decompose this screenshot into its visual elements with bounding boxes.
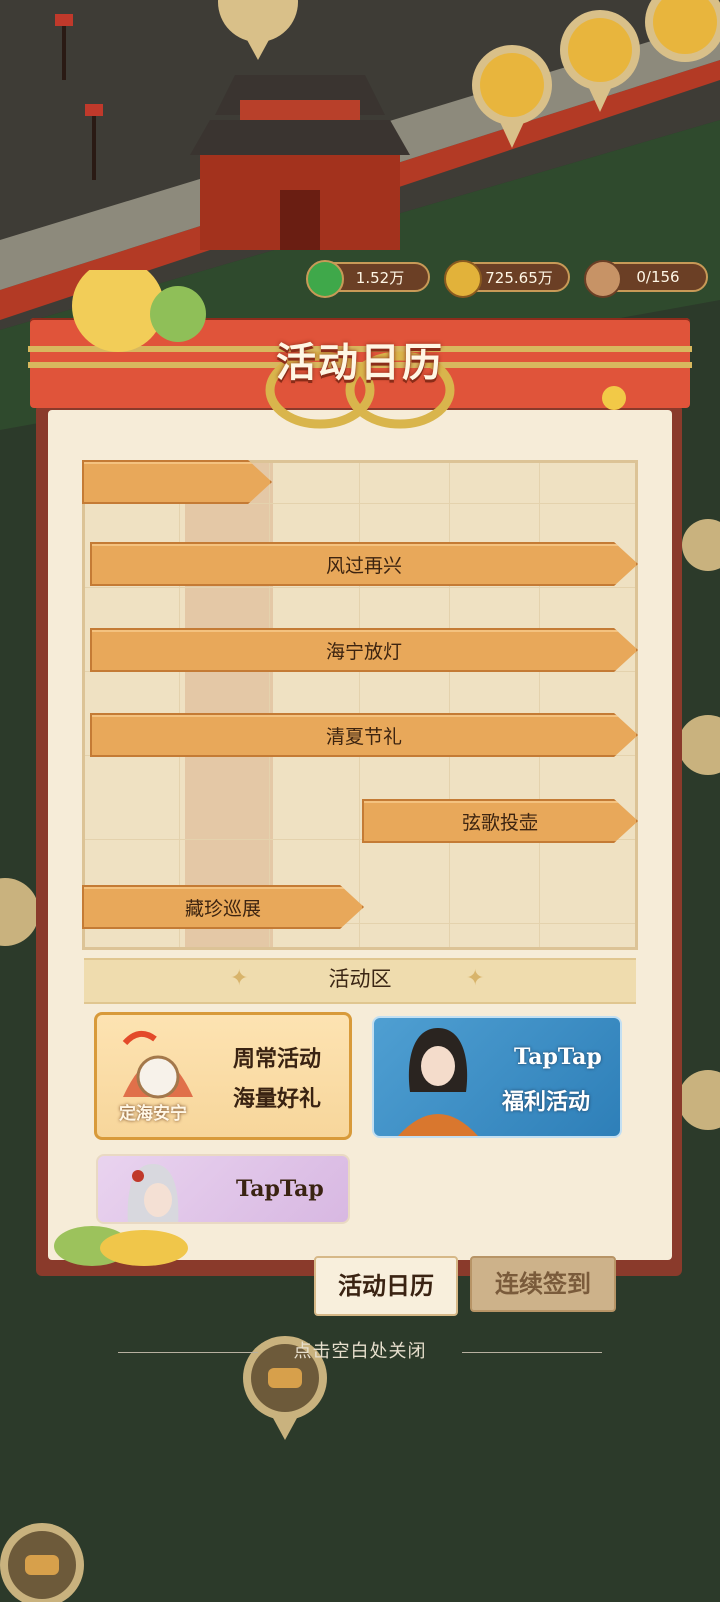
bush-ornament (54, 1226, 188, 1266)
taptap-welfare-card[interactable]: TapTap 福利活动 (372, 1016, 622, 1138)
grid-line (539, 463, 540, 947)
tab-daily-checkin[interactable]: 连续签到 (470, 1256, 616, 1312)
panel-title: 活动日历 (276, 339, 444, 386)
activity-calendar (82, 460, 638, 950)
close-hint-text: 点击空白处关闭 (293, 1341, 427, 1362)
calendar-event-bar[interactable]: 藏珍巡展 (82, 885, 364, 929)
tab-activity-calendar[interactable]: 活动日历 (314, 1256, 458, 1316)
character-portrait (398, 1028, 478, 1136)
card-title: 周常活动 (233, 1046, 322, 1072)
calendar-event-bar[interactable]: 海宁放灯 (90, 628, 638, 672)
current-day-highlight (185, 463, 273, 947)
card-title: TapTap (236, 1176, 324, 1202)
pearl-shell-icon (122, 1030, 193, 1099)
weekly-activity-card[interactable]: 定海安宁 周常活动 海量好礼 (94, 1012, 352, 1140)
grid-line (85, 587, 635, 588)
calendar-event-bar[interactable]: 清夏节礼 (90, 713, 638, 757)
calendar-event-bar[interactable]: 风过再兴 (90, 542, 638, 586)
card-title: TapTap (514, 1044, 602, 1070)
grid-line (179, 463, 180, 947)
palace-gate (190, 75, 410, 250)
grid-line (359, 463, 360, 947)
card-subtitle: 海量好礼 (233, 1086, 322, 1112)
calendar-event-bar[interactable] (82, 460, 272, 504)
close-hint-row: 点击空白处关闭 (118, 1340, 602, 1364)
grid-line (449, 463, 450, 947)
flower-ornament-icon (602, 386, 626, 410)
card-badge: 定海安宁 (119, 1104, 187, 1124)
calendar-event-bar[interactable]: 弦歌投壶 (362, 799, 638, 843)
grid-line (269, 463, 270, 947)
card-subtitle: 福利活动 (502, 1089, 591, 1115)
activity-section-title: 活动区 (328, 967, 392, 991)
